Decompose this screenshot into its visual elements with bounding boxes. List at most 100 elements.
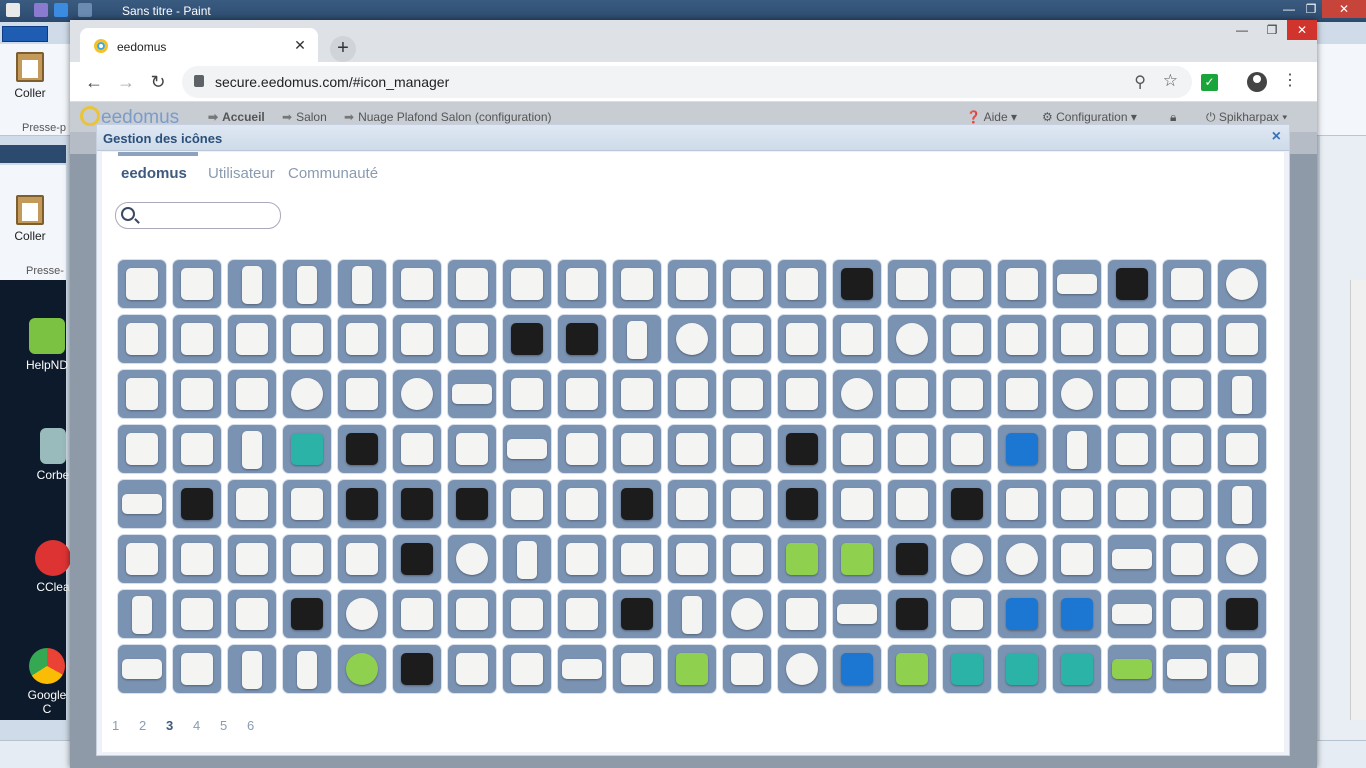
icon-tile[interactable] xyxy=(392,314,442,364)
icon-tile[interactable] xyxy=(337,424,387,474)
icon-tile[interactable] xyxy=(777,314,827,364)
icon-tile[interactable] xyxy=(1162,259,1212,309)
maximize-button[interactable]: ❐ xyxy=(1300,0,1322,18)
icon-tile[interactable] xyxy=(777,424,827,474)
icon-tile[interactable] xyxy=(1052,534,1102,584)
reload-icon[interactable]: ↻ xyxy=(146,70,170,94)
icon-tile[interactable] xyxy=(612,644,662,694)
icon-tile[interactable] xyxy=(942,589,992,639)
icon-tile[interactable] xyxy=(1107,369,1157,419)
icon-tile[interactable] xyxy=(942,479,992,529)
icon-tile[interactable] xyxy=(227,534,277,584)
icon-tile[interactable] xyxy=(227,369,277,419)
page-link-2[interactable]: 2 xyxy=(139,718,166,733)
tab-eedomus[interactable]: eedomus xyxy=(121,165,187,182)
back-arrow-icon[interactable]: ← xyxy=(82,70,106,94)
icon-tile[interactable] xyxy=(997,644,1047,694)
desktop-item-helpnd[interactable]: HelpND xyxy=(22,318,72,372)
breadcrumb-accueil[interactable]: ➡ Accueil xyxy=(208,110,265,124)
icon-tile[interactable] xyxy=(282,424,332,474)
icon-tile[interactable] xyxy=(777,534,827,584)
icon-tile[interactable] xyxy=(227,644,277,694)
zoom-icon[interactable]: ⚲ xyxy=(1134,72,1146,92)
icon-tile[interactable] xyxy=(557,534,607,584)
icon-tile[interactable] xyxy=(722,369,772,419)
icon-tile[interactable] xyxy=(887,369,937,419)
page-link-5[interactable]: 5 xyxy=(220,718,247,733)
icon-tile[interactable] xyxy=(1052,259,1102,309)
icon-tile[interactable] xyxy=(1052,424,1102,474)
tab-communaute[interactable]: Communauté xyxy=(288,165,378,182)
icon-tile[interactable] xyxy=(557,479,607,529)
icon-tile[interactable] xyxy=(942,644,992,694)
close-button[interactable]: ✕ xyxy=(1287,20,1317,40)
icon-tile[interactable] xyxy=(117,534,167,584)
icon-tile[interactable] xyxy=(227,424,277,474)
icon-tile[interactable] xyxy=(502,314,552,364)
icon-tile[interactable] xyxy=(667,369,717,419)
icon-tile[interactable] xyxy=(942,369,992,419)
breadcrumb-nuage[interactable]: ➡ Nuage Plafond Salon (configuration) xyxy=(344,110,552,124)
icon-tile[interactable] xyxy=(502,424,552,474)
search-input[interactable] xyxy=(140,207,276,225)
icon-tile[interactable] xyxy=(502,259,552,309)
browser-tab[interactable]: eedomus ✕ xyxy=(80,28,318,62)
icon-tile[interactable] xyxy=(337,479,387,529)
paste-button[interactable]: Coller xyxy=(0,52,60,100)
icon-tile[interactable] xyxy=(282,534,332,584)
icon-tile[interactable] xyxy=(282,314,332,364)
icon-tile[interactable] xyxy=(612,424,662,474)
icon-tile[interactable] xyxy=(832,534,882,584)
icon-tile[interactable] xyxy=(557,259,607,309)
redo-icon[interactable] xyxy=(78,3,92,17)
icon-tile[interactable] xyxy=(667,314,717,364)
icon-tile[interactable] xyxy=(832,314,882,364)
icon-tile[interactable] xyxy=(337,644,387,694)
maximize-button[interactable]: ❐ xyxy=(1257,20,1287,40)
page-link-6[interactable]: 6 xyxy=(247,718,274,733)
icon-tile[interactable] xyxy=(1107,424,1157,474)
icon-tile[interactable] xyxy=(942,424,992,474)
icon-tile[interactable] xyxy=(997,369,1047,419)
icon-tile[interactable] xyxy=(997,534,1047,584)
desktop-item-chrome[interactable]: Google C xyxy=(22,648,72,716)
icon-tile[interactable] xyxy=(337,259,387,309)
icon-tile[interactable] xyxy=(1107,259,1157,309)
close-dialog-icon[interactable]: × xyxy=(1272,128,1281,146)
icon-tile[interactable] xyxy=(1107,644,1157,694)
icon-tile[interactable] xyxy=(1217,259,1267,309)
icon-tile[interactable] xyxy=(1217,589,1267,639)
icon-tile[interactable] xyxy=(337,589,387,639)
icon-tile[interactable] xyxy=(832,424,882,474)
icon-tile[interactable] xyxy=(392,534,442,584)
icon-tile[interactable] xyxy=(282,479,332,529)
icon-tile[interactable] xyxy=(887,424,937,474)
icon-tile[interactable] xyxy=(447,424,497,474)
page-link-4[interactable]: 4 xyxy=(193,718,220,733)
icon-tile[interactable] xyxy=(722,534,772,584)
file-tab[interactable] xyxy=(2,26,48,42)
icon-tile[interactable] xyxy=(502,479,552,529)
icon-tile[interactable] xyxy=(1217,534,1267,584)
icon-tile[interactable] xyxy=(447,259,497,309)
icon-tile[interactable] xyxy=(227,259,277,309)
bookmark-star-icon[interactable]: ☆ xyxy=(1163,71,1178,91)
icon-tile[interactable] xyxy=(1162,534,1212,584)
icon-tile[interactable] xyxy=(832,644,882,694)
icon-tile[interactable] xyxy=(1052,589,1102,639)
icon-tile[interactable] xyxy=(777,259,827,309)
icon-tile[interactable] xyxy=(447,534,497,584)
icon-tile[interactable] xyxy=(612,259,662,309)
paste-button-2[interactable]: Coller xyxy=(0,195,60,243)
icon-tile[interactable] xyxy=(832,369,882,419)
page-link-3[interactable]: 3 xyxy=(166,718,193,733)
icon-tile[interactable] xyxy=(447,314,497,364)
icon-tile[interactable] xyxy=(667,424,717,474)
icon-tile[interactable] xyxy=(1217,424,1267,474)
icon-tile[interactable] xyxy=(1217,644,1267,694)
help-menu[interactable]: ❓ Aide ▾ xyxy=(966,110,1017,124)
icon-tile[interactable] xyxy=(667,259,717,309)
icon-tile[interactable] xyxy=(997,479,1047,529)
icon-tile[interactable] xyxy=(282,369,332,419)
icon-tile[interactable] xyxy=(612,534,662,584)
